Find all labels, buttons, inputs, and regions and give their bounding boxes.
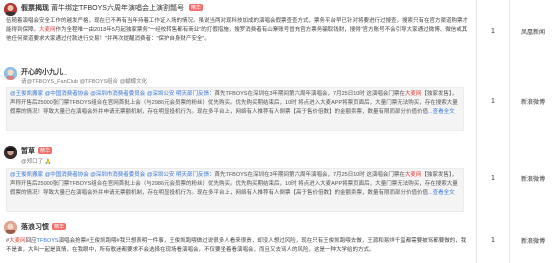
author-name-row: 暂草 精华 xyxy=(21,146,53,156)
highlight-keyword: 大麦网 xyxy=(404,91,422,97)
post-title[interactable]: 莆牛绑定TFBOYS六周年演唱会上演割瓢号 xyxy=(51,5,184,12)
expand-link[interactable]: ...查看全文 xyxy=(428,109,455,115)
quoted-post[interactable]: @王俊凯搬家 @中国消费者协会 @深圳市消费者委员会 @深圳公安 明天部门反馈：… xyxy=(6,168,464,212)
count-cell: 1 xyxy=(477,0,510,63)
author-name-row: 落浪习惯 精华 xyxy=(21,222,67,232)
badge: 精华 xyxy=(38,147,53,154)
count-cell: 1 xyxy=(477,217,510,263)
post-cell[interactable]: 开心的小九儿_ 请@TFBOYS_FanClub @TFBOYS组合 @蝴蝶文化… xyxy=(0,63,477,140)
source-cell: 新浪微博 xyxy=(520,177,545,183)
post-text: #大麦网回应TFBOYS演唱会抢票#王俊凯跑喂#我只想表明一件事，王俊凯跑喂做过… xyxy=(6,238,467,253)
table-row: 暂草 精华 @郑口了 🙏 @王俊凯搬家 @中国消费者协会 @深圳市消费者委员会 @… xyxy=(0,140,556,218)
table-row: 落浪习惯 精华 #大麦网回应TFBOYS演唱会抢票#王俊凯跑喂#我只想表明一件事，… xyxy=(0,217,556,263)
highlight-keyword: 大麦网 xyxy=(9,238,26,244)
count-cell: 1 xyxy=(477,63,510,140)
table-row: 假票揭现 莆牛绑定TFBOYS六周年演唱会上演割瓢号 精华 伍随着演唱会安全工作… xyxy=(0,0,556,64)
avatar[interactable] xyxy=(4,67,17,80)
avatar[interactable] xyxy=(4,3,17,16)
topic-link[interactable]: TFBOYS xyxy=(37,238,59,244)
mention-line[interactable]: @郑口了 🙏 xyxy=(21,157,51,165)
avatar[interactable] xyxy=(4,146,17,159)
mention-line[interactable]: 请@TFBOYS_FanClub @TFBOYS组合 @蝴蝶文化 xyxy=(21,77,147,85)
avatar[interactable] xyxy=(4,221,17,234)
quoted-post[interactable]: @王俊凯搬家 @中国消费者协会 @深圳市消费者委员会 @深圳公安 明天部门反馈：… xyxy=(6,87,464,131)
count-cell: 1 xyxy=(477,140,510,217)
post-cell[interactable]: 落浪习惯 精华 #大麦网回应TFBOYS演唱会抢票#王俊凯跑喂#我只想表明一件事，… xyxy=(0,217,477,263)
source-cell: 新浪微博 xyxy=(520,100,545,106)
source-cell: 新浪微博 xyxy=(520,238,545,245)
badge: 精华 xyxy=(188,4,203,11)
author-name[interactable]: 落浪习惯 xyxy=(21,224,49,231)
post-header: 假票揭现 莆牛绑定TFBOYS六周年演唱会上演割瓢号 精华 xyxy=(21,3,203,13)
post-cell[interactable]: 假票揭现 莆牛绑定TFBOYS六周年演唱会上演割瓢号 精华 伍随着演唱会安全工作… xyxy=(0,0,477,63)
table-row: 开心的小九儿_ 请@TFBOYS_FanClub @TFBOYS组合 @蝴蝶文化… xyxy=(0,63,556,141)
author-name[interactable]: 假票揭现 xyxy=(21,5,49,12)
post-text: 伍随着演唱会安全工作的越发严格，现在已不再有当年持着工作证入场的情况。虽说当两对… xyxy=(6,18,469,42)
author-name[interactable]: 开心的小九儿_ xyxy=(21,67,67,77)
badge: 精华 xyxy=(52,223,67,230)
post-cell[interactable]: 暂草 精华 @郑口了 🙏 @王俊凯搬家 @中国消费者协会 @深圳市消费者委员会 @… xyxy=(0,140,477,217)
results-table: 假票揭现 莆牛绑定TFBOYS六周年演唱会上演割瓢号 精华 伍随着演唱会安全工作… xyxy=(0,0,556,263)
highlight-keyword: 大麦网 xyxy=(404,172,422,178)
source-cell: 凤凰新闻 xyxy=(520,30,545,36)
highlight-keyword: 大麦网 xyxy=(39,26,56,33)
author-name[interactable]: 暂草 xyxy=(21,148,35,155)
expand-link[interactable]: ...查看全文 xyxy=(428,190,455,196)
